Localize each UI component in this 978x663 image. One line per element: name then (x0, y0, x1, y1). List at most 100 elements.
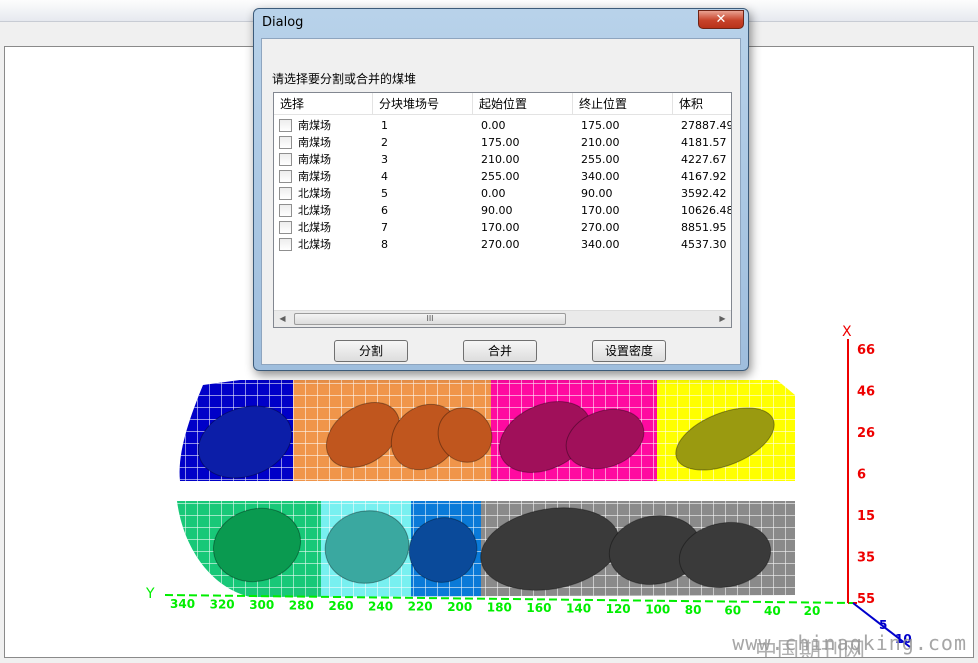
y-tick-label: 40 (764, 604, 781, 618)
south-yard (179, 380, 796, 481)
y-tick-label: 120 (606, 602, 631, 616)
set-density-button[interactable]: 设置密度 (592, 340, 666, 362)
coal-pile-dialog: Dialog ✕ 请选择要分割或合并的煤堆 选择 分块堆场号 起始位置 终止位置… (253, 8, 749, 371)
x-tick-label: 6 (857, 468, 866, 483)
list-row[interactable]: 南煤场 2 175.00 210.00 4181.57 (274, 134, 731, 151)
cell-yard: 南煤场 (298, 119, 331, 132)
y-tick-label: 300 (249, 598, 274, 612)
column-header-pile-id[interactable]: 分块堆场号 (373, 93, 473, 115)
cell-volume: 4181.57 (681, 136, 727, 149)
row-checkbox[interactable] (279, 187, 292, 200)
cell-id: 6 (381, 204, 388, 217)
cell-end: 340.00 (581, 170, 620, 183)
scroll-right-icon[interactable]: ▶ (714, 311, 731, 327)
y-tick-label: 180 (487, 601, 512, 615)
cell-volume: 8851.95 (681, 221, 727, 234)
cell-start: 170.00 (481, 221, 520, 234)
y-tick-label: 220 (408, 600, 433, 614)
merge-button[interactable]: 合并 (463, 340, 537, 362)
horizontal-scrollbar[interactable]: ◀ III ▶ (274, 310, 731, 327)
cell-start: 270.00 (481, 238, 520, 251)
cell-yard: 南煤场 (298, 153, 331, 166)
list-row[interactable]: 北煤场 6 90.00 170.00 10626.48 (274, 202, 732, 219)
cell-yard: 北煤场 (298, 187, 331, 200)
list-header: 选择 分块堆场号 起始位置 终止位置 体积 (274, 93, 731, 115)
list-row[interactable]: 南煤场 1 0.00 175.00 27887.49 (274, 117, 732, 134)
cell-end: 90.00 (581, 187, 613, 200)
cell-id: 5 (381, 187, 388, 200)
cell-end: 340.00 (581, 238, 620, 251)
x-axis-label: X (842, 324, 852, 340)
column-header-start[interactable]: 起始位置 (473, 93, 573, 115)
row-checkbox[interactable] (279, 153, 292, 166)
scroll-left-icon[interactable]: ◀ (274, 311, 291, 327)
cell-id: 8 (381, 238, 388, 251)
dialog-client-area: 请选择要分割或合并的煤堆 选择 分块堆场号 起始位置 终止位置 体积 南煤场 1 0… (261, 38, 741, 365)
x-tick-label: 15 (857, 509, 875, 524)
cell-start: 175.00 (481, 136, 520, 149)
list-row[interactable]: 南煤场 3 210.00 255.00 4227.67 (274, 151, 731, 168)
row-checkbox[interactable] (279, 204, 292, 217)
list-row[interactable]: 北煤场 5 0.00 90.00 3592.42 (274, 185, 731, 202)
cell-end: 210.00 (581, 136, 620, 149)
cell-start: 210.00 (481, 153, 520, 166)
cell-volume: 4167.92 (681, 170, 727, 183)
y-tick-label: 200 (447, 600, 472, 614)
cell-id: 4 (381, 170, 388, 183)
cell-start: 255.00 (481, 170, 520, 183)
dialog-title-bar[interactable]: Dialog ✕ (254, 9, 748, 37)
cell-id: 7 (381, 221, 388, 234)
cell-start: 90.00 (481, 204, 513, 217)
y-tick-label: 280 (289, 598, 314, 612)
x-tick-label: 26 (857, 426, 875, 441)
x-tick-label: 46 (857, 385, 875, 400)
pile-list[interactable]: 选择 分块堆场号 起始位置 终止位置 体积 南煤场 1 0.00 175.00 2788… (273, 92, 732, 328)
close-button[interactable]: ✕ (698, 10, 744, 29)
cell-end: 270.00 (581, 221, 620, 234)
row-checkbox[interactable] (279, 238, 292, 251)
y-tick-label: 60 (724, 603, 741, 617)
y-tick-label: 140 (566, 602, 591, 616)
row-checkbox[interactable] (279, 136, 292, 149)
dialog-prompt: 请选择要分割或合并的煤堆 (272, 72, 417, 86)
cell-end: 255.00 (581, 153, 620, 166)
cell-yard: 南煤场 (298, 136, 331, 149)
y-axis-label: Y (145, 586, 155, 602)
y-tick-label: 20 (804, 604, 821, 618)
column-header-select[interactable]: 选择 (274, 93, 373, 115)
cell-id: 2 (381, 136, 388, 149)
list-row[interactable]: 南煤场 4 255.00 340.00 4167.92 (274, 168, 731, 185)
row-checkbox[interactable] (279, 119, 292, 132)
list-rows: 南煤场 1 0.00 175.00 27887.49 南煤场 2 175.00 210.00 41… (274, 117, 732, 253)
y-tick-label: 100 (645, 602, 670, 616)
cell-volume: 27887.49 (681, 119, 732, 132)
cell-yard: 北煤场 (298, 221, 331, 234)
grip-icon: III (426, 314, 434, 323)
cell-end: 170.00 (581, 204, 620, 217)
close-icon: ✕ (715, 12, 727, 27)
cell-end: 175.00 (581, 119, 620, 132)
cell-volume: 10626.48 (681, 204, 732, 217)
split-button[interactable]: 分割 (334, 340, 408, 362)
cell-start: 0.00 (481, 119, 506, 132)
list-row[interactable]: 北煤场 8 270.00 340.00 4537.30 (274, 236, 731, 253)
cell-id: 1 (381, 119, 388, 132)
z-tick-label: 5 (879, 618, 887, 632)
column-header-end[interactable]: 终止位置 (573, 93, 673, 115)
column-header-volume[interactable]: 体积 (673, 93, 731, 115)
y-tick-label: 320 (210, 597, 235, 611)
row-checkbox[interactable] (279, 221, 292, 234)
cell-volume: 4227.67 (681, 153, 727, 166)
watermark: www.chinaqking.com (732, 631, 967, 655)
scrollbar-thumb[interactable]: III (294, 313, 566, 325)
cell-id: 3 (381, 153, 388, 166)
cell-start: 0.00 (481, 187, 506, 200)
list-row[interactable]: 北煤场 7 170.00 270.00 8851.95 (274, 219, 731, 236)
row-checkbox[interactable] (279, 170, 292, 183)
x-tick-label: 35 (857, 551, 875, 566)
north-yard (177, 501, 795, 597)
y-tick-label: 340 (170, 597, 195, 611)
y-tick-label: 240 (368, 599, 393, 613)
dialog-title: Dialog (262, 15, 304, 30)
x-tick-label: 55 (857, 592, 875, 607)
